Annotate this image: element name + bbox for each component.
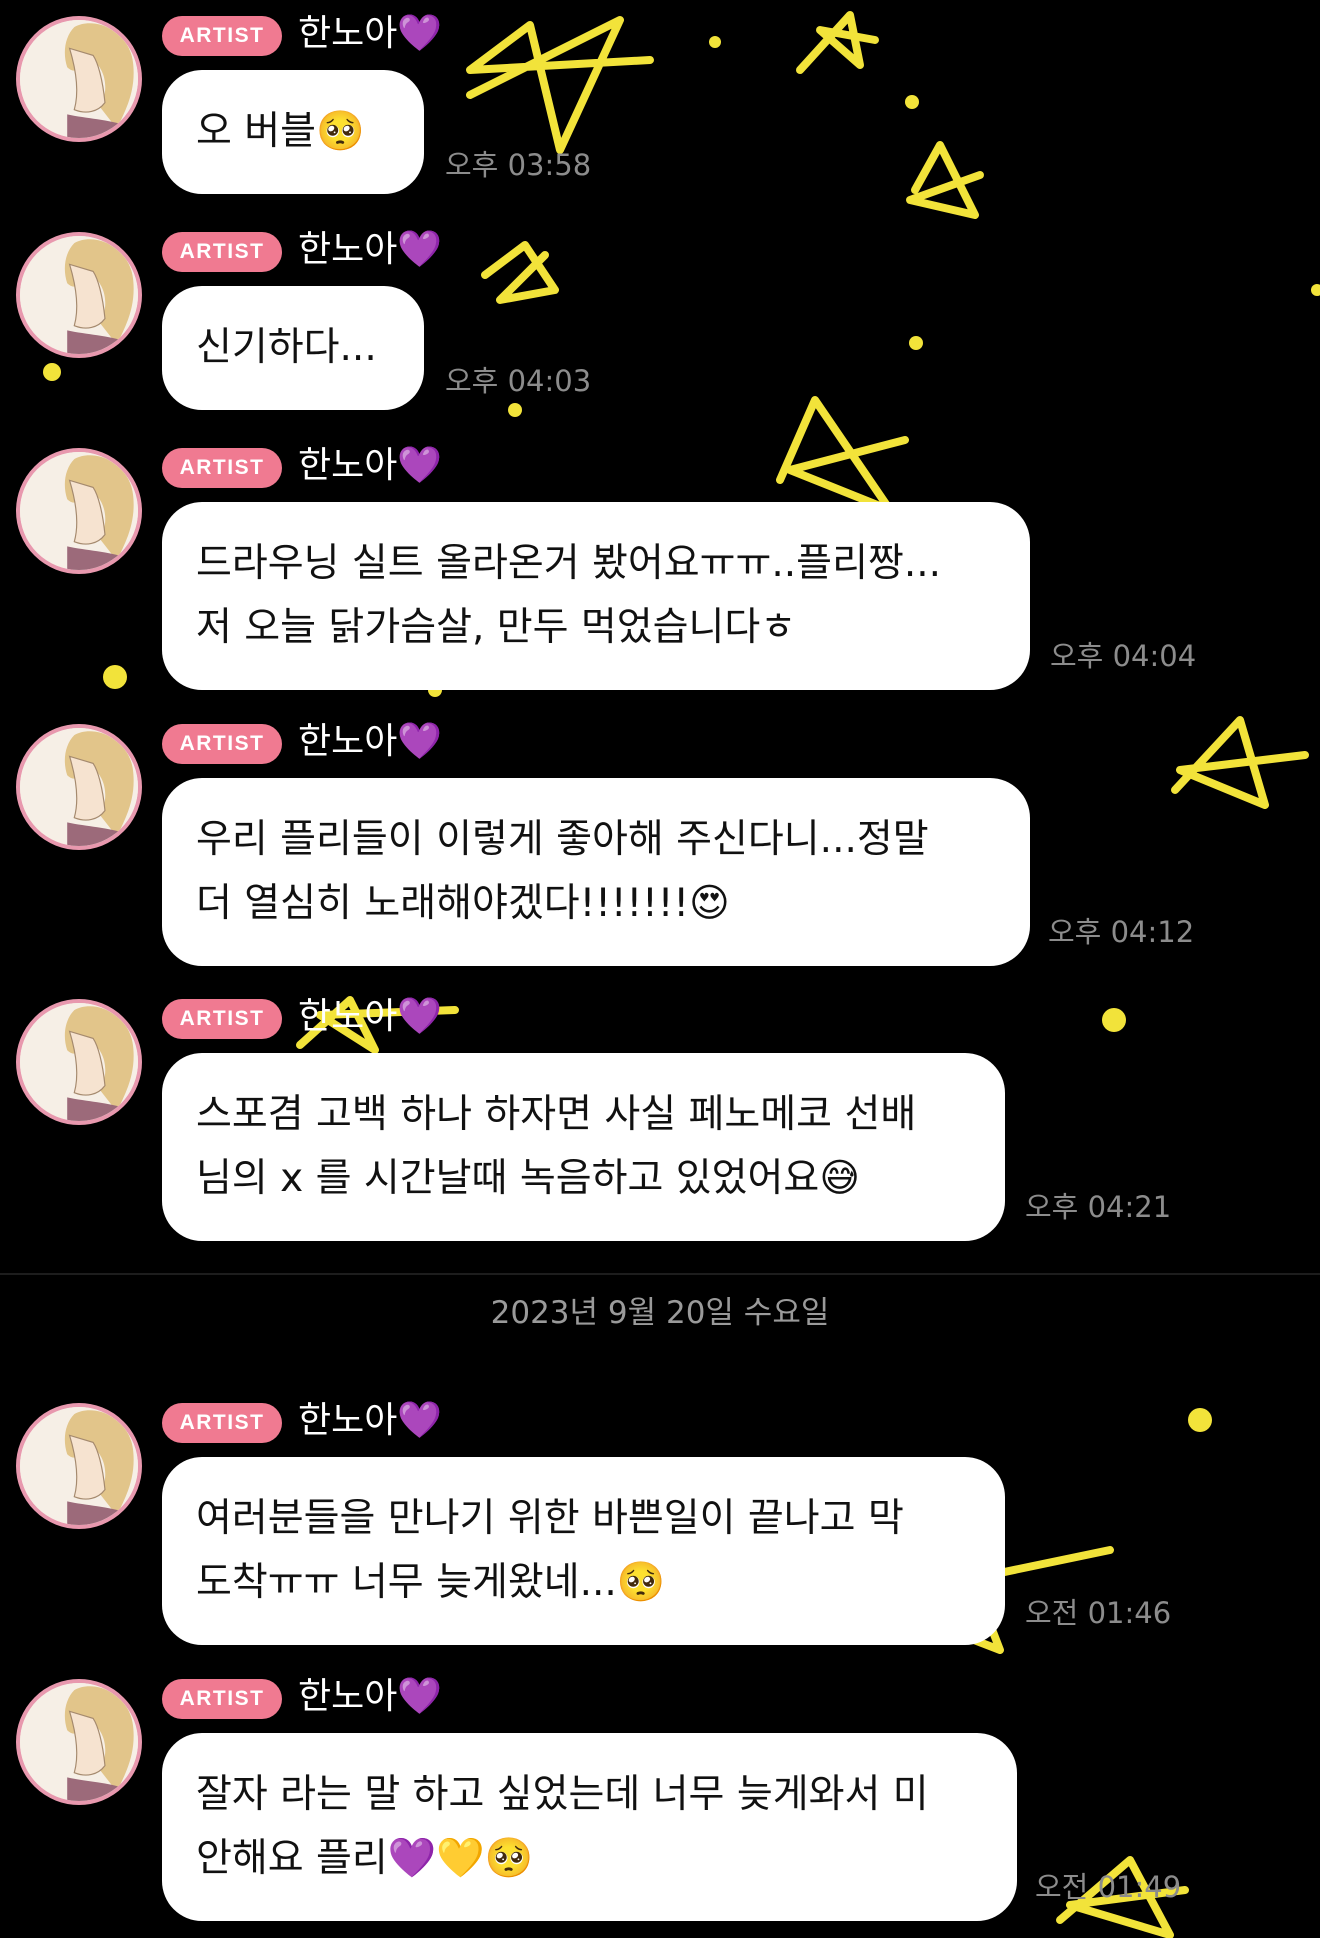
artist-badge: ARTIST: [162, 724, 282, 764]
message-text: 우리 플리들이 이렇게 좋아해 주신다니...정말: [196, 817, 929, 862]
star-dot: [43, 363, 61, 381]
message-text: 더 열심히 노래해야겠다!!!!!!!😍: [196, 881, 730, 926]
star-doodle: [466, 16, 654, 154]
sender-name: 한노아💜: [298, 229, 443, 270]
artist-badge: ARTIST: [162, 16, 282, 56]
message-time: 오후 04:04: [1050, 639, 1197, 673]
artist-badge: ARTIST: [162, 448, 282, 488]
artist-avatar[interactable]: [16, 999, 142, 1125]
star-dot: [103, 665, 127, 689]
message-text: 님의 x 를 시간날때 녹음하고 있었어요😅: [196, 1156, 860, 1201]
message-time: 오후 04:21: [1025, 1190, 1172, 1224]
message-time: 오후 04:03: [445, 364, 592, 398]
artist-badge: ARTIST: [162, 999, 282, 1039]
message-bubble[interactable]: 우리 플리들이 이렇게 좋아해 주신다니...정말 더 열심히 노래해야겠다!!…: [162, 778, 1030, 966]
message-time: 오전 01:46: [1025, 1596, 1172, 1630]
message-text: 저 오늘 닭가슴살, 만두 먹었습니다ㅎ: [196, 605, 797, 650]
message-text: 스포겸 고백 하나 하자면 사실 페노메코 선배: [196, 1092, 917, 1137]
artist-avatar[interactable]: [16, 1403, 142, 1529]
artist-badge: ARTIST: [162, 232, 282, 272]
sender-name: 한노아💜: [298, 1676, 443, 1717]
sender-name: 한노아💜: [298, 1400, 443, 1441]
message-time: 오후 03:58: [445, 148, 592, 182]
star-doodle: [796, 11, 879, 74]
sender-name: 한노아💜: [298, 13, 443, 54]
star-dot: [1188, 1408, 1212, 1432]
sender-name: 한노아💜: [298, 445, 443, 486]
star-doodle: [906, 141, 984, 219]
star-doodle: [481, 241, 559, 304]
star-doodle: [1171, 716, 1309, 809]
artist-avatar[interactable]: [16, 448, 142, 574]
message-time: 오후 04:12: [1048, 915, 1195, 949]
star-dot: [709, 36, 721, 48]
message-time: 오전 01:49: [1035, 1870, 1182, 1904]
message-bubble[interactable]: 스포겸 고백 하나 하자면 사실 페노메코 선배 님의 x 를 시간날때 녹음하…: [162, 1053, 1005, 1241]
message-text: 잘자 라는 말 하고 싶었는데 너무 늦게와서 미: [196, 1772, 929, 1817]
sender-name: 한노아💜: [298, 996, 443, 1037]
message-bubble[interactable]: 여러분들을 만나기 위한 바쁜일이 끝나고 막 도착ㅠㅠ 너무 늦게왔네...🥺: [162, 1457, 1005, 1645]
message-text: 신기하다...: [196, 325, 377, 370]
artist-badge: ARTIST: [162, 1403, 282, 1443]
artist-avatar[interactable]: [16, 724, 142, 850]
artist-avatar[interactable]: [16, 232, 142, 358]
star-dot: [1102, 1008, 1126, 1032]
message-text: 오 버블🥺: [196, 109, 365, 154]
star-dot: [905, 95, 919, 109]
message-text: 드라우닝 실트 올라온거 봤어요ㅠㅠ..플리짱...: [196, 541, 942, 586]
message-bubble[interactable]: 잘자 라는 말 하고 싶었는데 너무 늦게와서 미 안해요 플리💜💛🥺: [162, 1733, 1017, 1921]
message-text: 여러분들을 만나기 위한 바쁜일이 끝나고 막: [196, 1496, 904, 1541]
sender-name: 한노아💜: [298, 721, 443, 762]
date-separator: 2023년 9월 20일 수요일: [490, 1295, 830, 1331]
artist-avatar[interactable]: [16, 1679, 142, 1805]
star-dot: [909, 336, 923, 350]
message-text: 안해요 플리💜💛🥺: [196, 1836, 534, 1881]
star-dot: [508, 403, 522, 417]
artist-badge: ARTIST: [162, 1679, 282, 1719]
message-bubble[interactable]: 드라우닝 실트 올라온거 봤어요ㅠㅠ..플리짱... 저 오늘 닭가슴살, 만두…: [162, 502, 1030, 690]
artist-avatar[interactable]: [16, 16, 142, 142]
message-bubble[interactable]: 신기하다...: [162, 286, 424, 410]
star-doodle: [776, 396, 909, 514]
star-dot: [1311, 284, 1320, 296]
message-bubble[interactable]: 오 버블🥺: [162, 70, 424, 194]
message-text: 도착ㅠㅠ 너무 늦게왔네...🥺: [196, 1560, 666, 1605]
date-divider-line: [0, 1273, 1320, 1275]
